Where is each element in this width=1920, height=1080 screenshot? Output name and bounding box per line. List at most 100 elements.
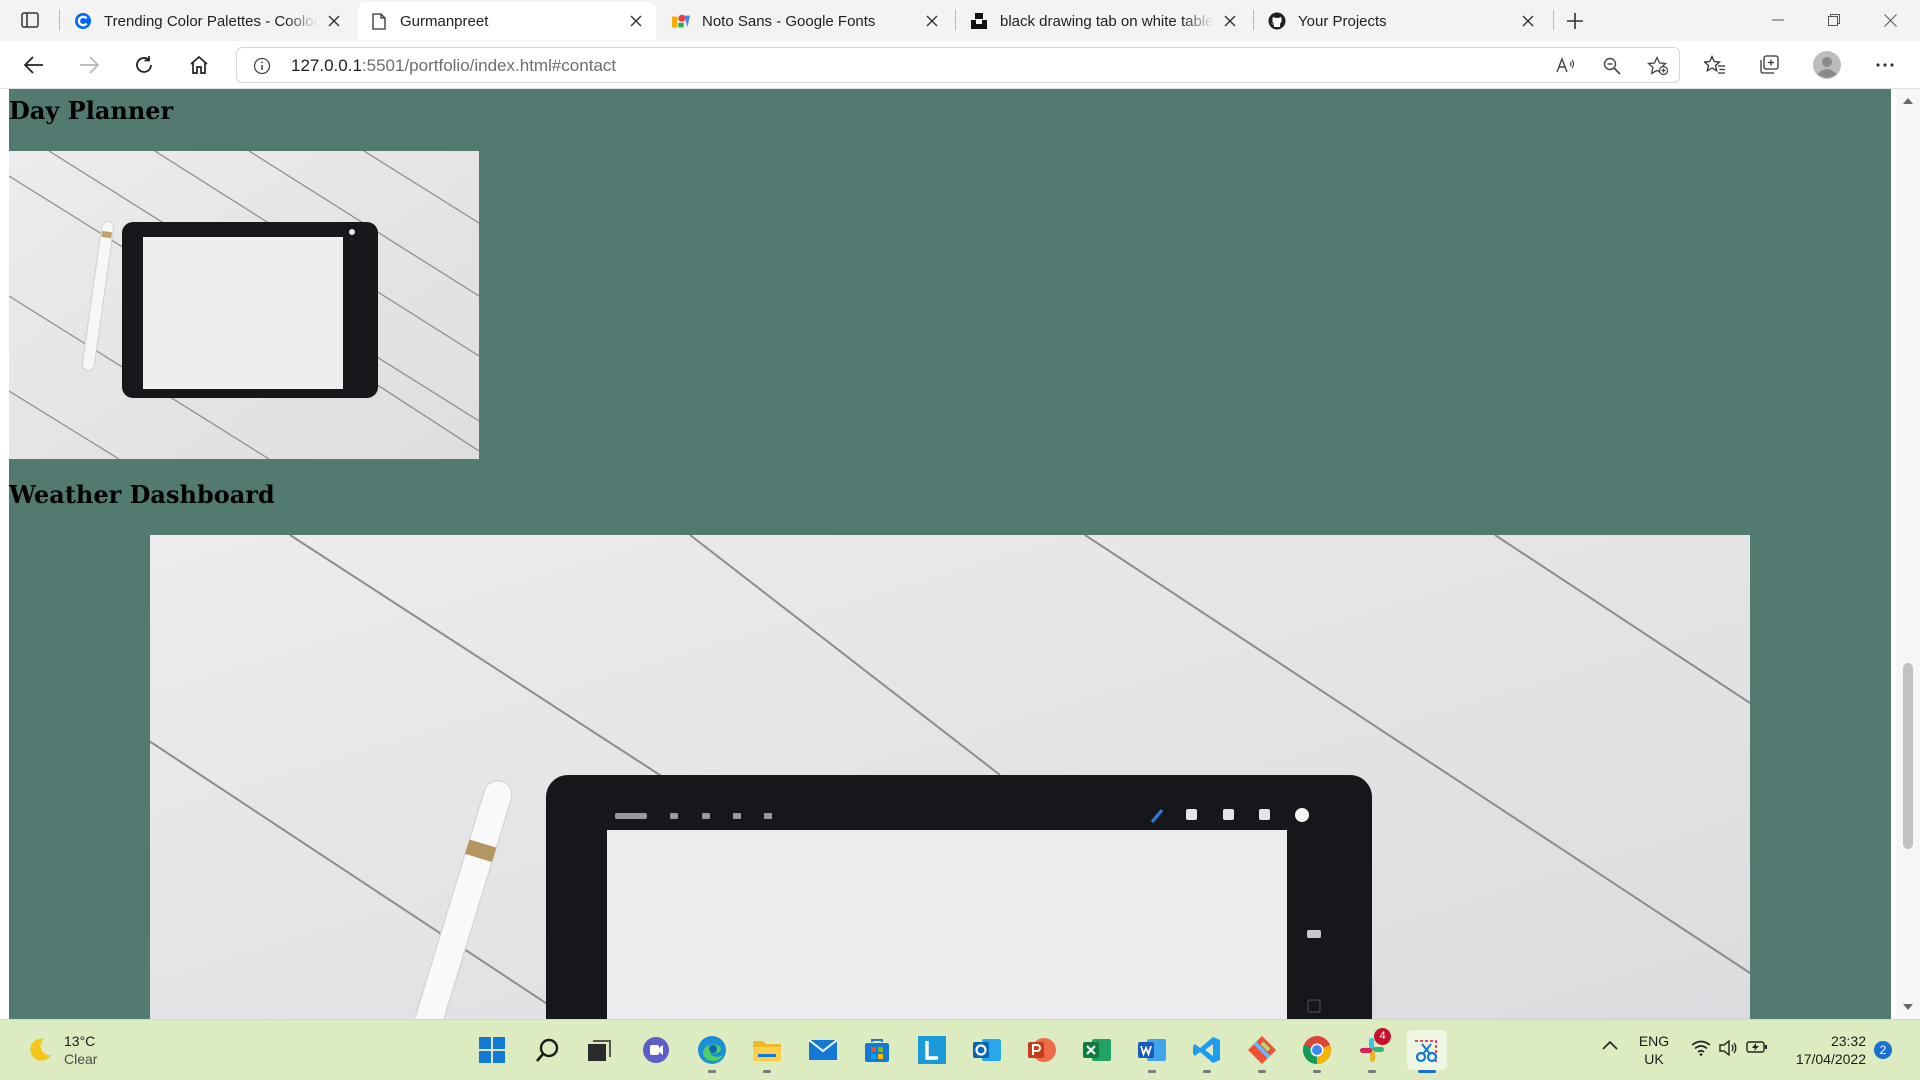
- running-indicator: [1313, 1070, 1321, 1073]
- powerpoint-button[interactable]: [1022, 1030, 1062, 1070]
- clock-time: 23:32: [1830, 1033, 1866, 1049]
- word-button[interactable]: [1132, 1030, 1172, 1073]
- slack-button[interactable]: 4: [1352, 1028, 1392, 1073]
- edge-icon: [698, 1036, 726, 1064]
- project-title-day-planner: Day Planner: [9, 96, 174, 125]
- system-clock[interactable]: 23:32 17/04/2022: [1780, 1032, 1866, 1068]
- weather-temperature: 13°C: [64, 1033, 96, 1049]
- weather-condition: Clear: [64, 1051, 98, 1067]
- profile-button[interactable]: [1810, 49, 1844, 81]
- moon-icon: [30, 1038, 51, 1061]
- tab-unsplash[interactable]: black drawing tab on white table: [958, 2, 1250, 40]
- language-code: ENG: [1638, 1033, 1670, 1049]
- close-tab-icon[interactable]: [922, 11, 942, 31]
- wifi-button[interactable]: [1689, 1040, 1713, 1056]
- collections-button[interactable]: [1752, 49, 1786, 81]
- task-view-icon: [588, 1040, 611, 1061]
- edge-button[interactable]: [692, 1030, 732, 1073]
- show-hidden-icons-button[interactable]: [1600, 1040, 1620, 1050]
- tab-title: black drawing tab on white table: [1000, 12, 1214, 30]
- snipping-tool-button[interactable]: [1407, 1030, 1447, 1073]
- tab-title: Noto Sans - Google Fonts: [702, 12, 876, 30]
- git-client-button[interactable]: [1242, 1030, 1282, 1073]
- tab-gurmanpreet[interactable]: Gurmanpreet: [358, 2, 656, 40]
- store-button[interactable]: [857, 1030, 897, 1070]
- running-indicator: [1368, 1070, 1376, 1073]
- running-indicator: [1203, 1070, 1211, 1073]
- task-view-button[interactable]: [580, 1030, 620, 1070]
- outlook-button[interactable]: [967, 1030, 1007, 1070]
- back-button[interactable]: [17, 49, 51, 81]
- chrome-button[interactable]: [1297, 1030, 1337, 1073]
- avatar-icon: [1813, 51, 1841, 79]
- close-tab-icon[interactable]: [626, 11, 646, 31]
- tab-strip: Trending Color Palettes - Coolors Gurman…: [0, 0, 1920, 41]
- tab-google-fonts[interactable]: Noto Sans - Google Fonts: [660, 2, 952, 40]
- refresh-icon: [136, 56, 152, 73]
- minimize-button[interactable]: [1750, 0, 1806, 40]
- volume-button[interactable]: [1716, 1040, 1740, 1056]
- clock-date: 17/04/2022: [1795, 1051, 1866, 1067]
- project-image-weather-dashboard[interactable]: [150, 535, 1750, 1019]
- folder-icon: [753, 1041, 781, 1061]
- add-favorite-icon[interactable]: [1645, 54, 1671, 78]
- new-tab-button[interactable]: [1560, 6, 1590, 36]
- tab-actions-button[interactable]: [10, 6, 50, 34]
- tab-coolors[interactable]: Trending Color Palettes - Coolors: [62, 2, 354, 40]
- restore-icon: [1828, 14, 1840, 26]
- vscode-icon: [1193, 1037, 1220, 1063]
- tab-github[interactable]: Your Projects: [1256, 2, 1548, 40]
- close-icon: [1883, 13, 1897, 27]
- tab-separator: [955, 10, 956, 30]
- teams-chat-button[interactable]: [636, 1030, 676, 1070]
- excel-button[interactable]: [1077, 1030, 1117, 1070]
- speaker-icon: [1719, 1040, 1737, 1056]
- page-scrollbar[interactable]: [1896, 89, 1920, 1019]
- project-title-weather-dashboard: Weather Dashboard: [9, 480, 275, 509]
- file-explorer-button[interactable]: [747, 1030, 787, 1073]
- battery-button[interactable]: [1744, 1040, 1770, 1054]
- url-host: 127.0.0.1: [291, 56, 362, 75]
- more-icon: [1876, 63, 1894, 67]
- scroll-up-icon[interactable]: [1902, 95, 1914, 107]
- project-image-day-planner[interactable]: [9, 151, 479, 459]
- lexicon-button[interactable]: [912, 1030, 952, 1070]
- restore-button[interactable]: [1806, 0, 1862, 40]
- read-aloud-icon[interactable]: [1553, 54, 1579, 78]
- chat-icon: [643, 1037, 669, 1063]
- url-text[interactable]: 127.0.0.1:5501/portfolio/index.html#cont…: [291, 56, 616, 76]
- search-icon: [536, 1038, 559, 1062]
- home-button[interactable]: [182, 49, 216, 81]
- favorites-button[interactable]: [1698, 49, 1732, 81]
- notification-center-badge[interactable]: 2: [1874, 1041, 1892, 1059]
- scrollbar-thumb[interactable]: [1903, 663, 1913, 849]
- start-button[interactable]: [472, 1030, 512, 1070]
- language-indicator[interactable]: ENG UK: [1636, 1032, 1672, 1068]
- close-tab-icon[interactable]: [1220, 11, 1240, 31]
- address-bar[interactable]: 127.0.0.1:5501/portfolio/index.html#cont…: [236, 47, 1680, 83]
- settings-menu-button[interactable]: [1868, 49, 1902, 81]
- favorites-icon: [1704, 55, 1725, 74]
- zoom-out-icon[interactable]: [1599, 54, 1625, 78]
- site-info-icon[interactable]: [251, 55, 273, 77]
- running-indicator: [1148, 1070, 1156, 1073]
- google-fonts-icon: [672, 12, 690, 30]
- close-window-button[interactable]: [1862, 0, 1918, 40]
- weather-widget[interactable]: 13°C Clear: [26, 1032, 97, 1068]
- chevron-up-icon: [1602, 1040, 1618, 1050]
- close-tab-icon[interactable]: [1518, 11, 1538, 31]
- forward-button[interactable]: [72, 49, 106, 81]
- search-button[interactable]: [528, 1030, 568, 1070]
- close-tab-icon[interactable]: [324, 11, 344, 31]
- store-icon: [865, 1039, 889, 1062]
- tab-separator: [1253, 10, 1254, 30]
- vscode-button[interactable]: [1187, 1030, 1227, 1073]
- lexicon-icon: [918, 1036, 946, 1064]
- language-region: UK: [1644, 1051, 1664, 1067]
- url-path: :5501/portfolio/index.html#contact: [361, 56, 617, 75]
- portfolio-page: Day Planner Weather Dashboard: [9, 89, 1891, 1019]
- tab-actions-icon: [21, 12, 39, 28]
- refresh-button[interactable]: [127, 49, 161, 81]
- scroll-down-icon[interactable]: [1902, 1001, 1914, 1013]
- mail-button[interactable]: [803, 1030, 843, 1070]
